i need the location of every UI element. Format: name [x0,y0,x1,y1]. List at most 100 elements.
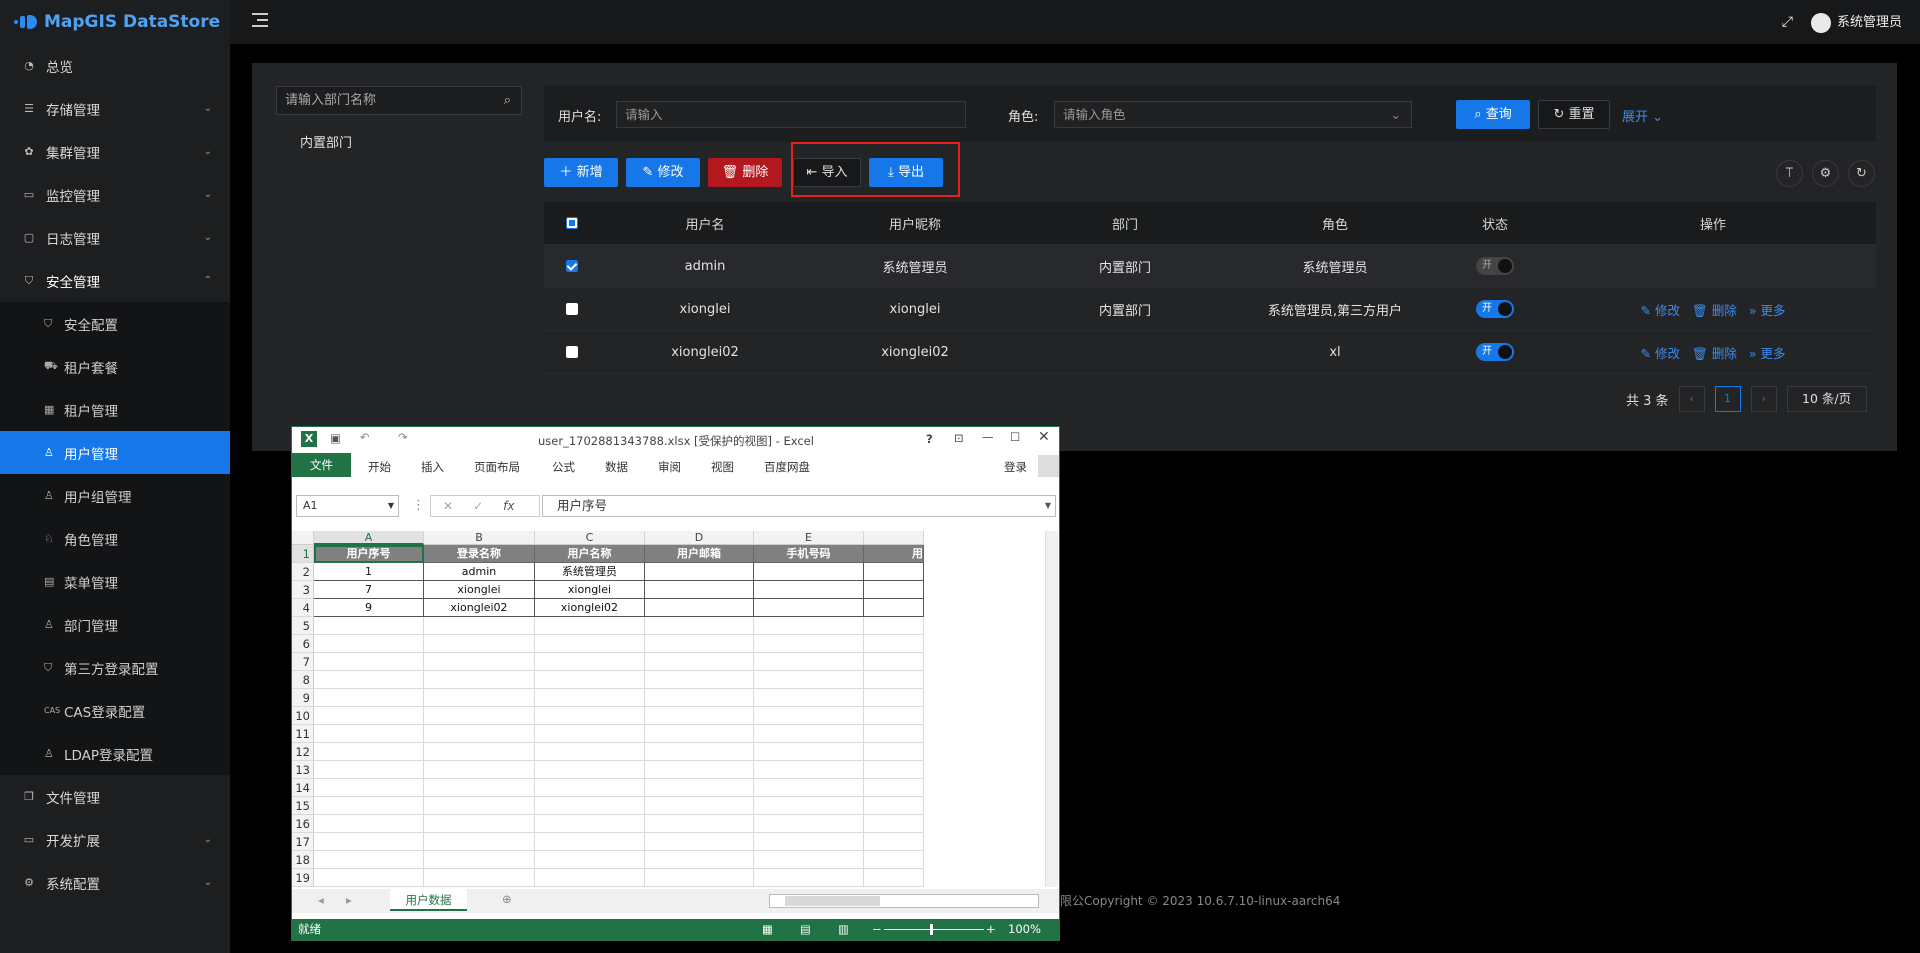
row-header[interactable]: 16 [292,815,314,833]
cell[interactable] [314,725,424,743]
row-header[interactable]: 10 [292,707,314,725]
role-select[interactable]: 请输入角色 ⌄ [1054,101,1412,128]
sidebar-item-files[interactable]: ❐ 文件管理 [0,775,230,818]
row-header[interactable]: 17 [292,833,314,851]
cell[interactable] [864,563,924,581]
horizontal-scrollbar[interactable] [769,894,1039,908]
spreadsheet-grid[interactable]: A B C D E 1 用户序号 登录名称 用户名称 用户邮箱 手机号码用 2 1 admin 系统管理员 3… [292,531,1044,887]
tab-baidu-netdisk[interactable]: 百度网盘 [764,459,810,475]
cell[interactable] [424,797,535,815]
cell[interactable]: 1 [314,563,424,581]
query-button[interactable]: ⌕ 查询 [1456,100,1530,129]
cell[interactable] [535,743,645,761]
cell[interactable] [424,671,535,689]
sidebar-item-dev-extension[interactable]: ▭ 开发扩展 ⌄ [0,818,230,861]
cell[interactable] [645,761,754,779]
row-checkbox[interactable] [566,303,578,315]
tab-insert[interactable]: 插入 [421,459,444,475]
cell[interactable]: 用户邮箱 [645,545,754,563]
sidebar-item-monitor[interactable]: ▭ 监控管理 ⌄ [0,173,230,216]
column-header[interactable]: D [645,531,754,545]
cell[interactable] [535,833,645,851]
dept-tree-node[interactable]: 内置部门 [300,132,352,151]
cell[interactable]: 手机号码 [754,545,864,563]
cell[interactable] [645,815,754,833]
cell[interactable] [535,725,645,743]
tab-review[interactable]: 审阅 [658,459,681,475]
cell[interactable] [424,653,535,671]
cell[interactable] [864,869,924,887]
cell[interactable] [314,707,424,725]
cell[interactable]: 用 [864,545,924,563]
select-all-corner[interactable] [292,531,314,545]
next-sheet-icon[interactable]: ▸ [346,893,352,907]
add-sheet-icon[interactable]: ⊕ [502,892,512,906]
row-more-link[interactable]: » 更多 [1749,303,1786,318]
cell[interactable] [754,653,864,671]
sidebar-item-overview[interactable]: ◔ 总览 [0,44,230,87]
column-header[interactable]: A [314,531,424,545]
cell[interactable] [754,779,864,797]
sidebar-item-third-party-login[interactable]: ⛉ 第三方登录配置 [0,646,230,689]
tab-home[interactable]: 开始 [368,459,391,475]
table-row[interactable]: xionglei xionglei 内置部门 系统管理员,第三方用户 开 ✎ 修… [544,288,1876,331]
account-avatar[interactable] [1038,455,1059,477]
cell[interactable] [535,635,645,653]
row-header[interactable]: 18 [292,851,314,869]
cell[interactable] [754,635,864,653]
tab-file[interactable]: 文件 [292,453,351,477]
cell[interactable] [314,635,424,653]
cell[interactable] [864,779,924,797]
close-icon[interactable]: ✕ [1038,429,1050,445]
cell[interactable] [864,635,924,653]
cell[interactable] [535,797,645,815]
zoom-out-icon[interactable]: − [872,919,882,940]
cell[interactable] [754,707,864,725]
fullscreen-icon[interactable]: ⤢ [1782,14,1793,30]
page-button[interactable]: 1 [1714,386,1741,412]
sidebar-item-users[interactable]: ♙ 用户管理 [0,431,230,474]
cell[interactable] [645,851,754,869]
cell[interactable] [754,671,864,689]
row-checkbox[interactable] [566,260,578,272]
save-icon[interactable]: ▣ [330,431,341,445]
sidebar-item-tenant[interactable]: ▦ 租户管理 [0,388,230,431]
cell[interactable] [314,617,424,635]
expand-link[interactable]: 展开 ⌄ [1622,106,1663,125]
cell[interactable] [754,869,864,887]
cell[interactable] [754,833,864,851]
cell[interactable] [864,653,924,671]
cell[interactable] [314,653,424,671]
maximize-icon[interactable]: ☐ [1010,430,1020,444]
cell[interactable] [754,815,864,833]
column-height-icon[interactable]: ⟙ [1776,160,1803,187]
cell[interactable] [645,707,754,725]
row-header[interactable]: 8 [292,671,314,689]
cell[interactable] [535,851,645,869]
login-link[interactable]: 登录 [1004,459,1027,475]
cell[interactable] [645,797,754,815]
sidebar-item-storage[interactable]: ☰ 存储管理 ⌄ [0,87,230,130]
cell[interactable]: xionglei02 [535,599,645,617]
cell[interactable] [314,851,424,869]
zoom-in-icon[interactable]: + [986,919,996,940]
cell[interactable] [535,761,645,779]
select-all-checkbox[interactable] [566,217,578,229]
sidebar-item-security[interactable]: ⛉ 安全管理 ⌃ [0,259,230,302]
cell[interactable] [754,797,864,815]
status-toggle[interactable]: 开 [1476,257,1514,275]
zoom-slider-thumb[interactable] [930,924,933,935]
cell[interactable] [314,689,424,707]
normal-view-icon[interactable]: ▦ [762,919,773,940]
cell[interactable] [864,797,924,815]
scroll-thumb[interactable] [785,896,880,906]
sidebar-item-security-config[interactable]: ⛉ 安全配置 [0,302,230,345]
cell[interactable] [754,761,864,779]
row-header[interactable]: 6 [292,635,314,653]
cell[interactable] [314,779,424,797]
cell[interactable] [314,743,424,761]
cell[interactable] [754,743,864,761]
cell[interactable]: xionglei [535,581,645,599]
zoom-slider[interactable] [884,929,984,930]
row-header[interactable]: 9 [292,689,314,707]
